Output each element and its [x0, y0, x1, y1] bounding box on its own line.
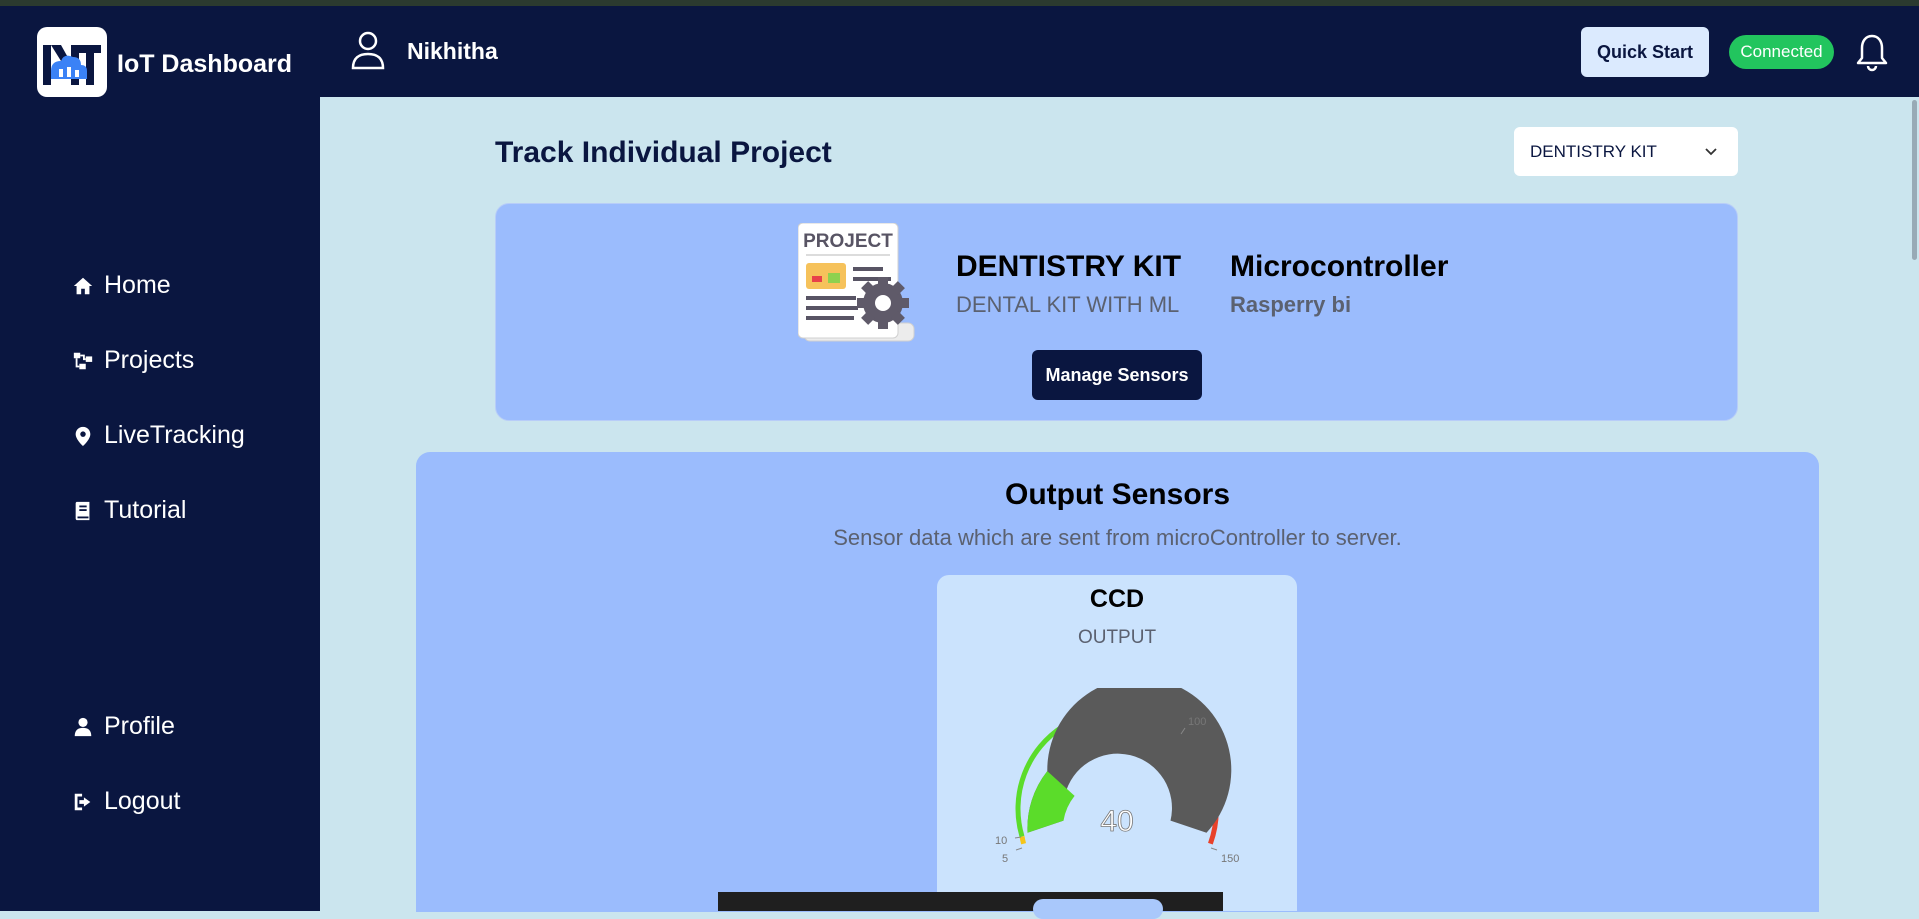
gauge-tick-label: 150 — [1221, 853, 1239, 865]
sensor-gauge: 40 5 10 100 150 — [995, 688, 1239, 865]
sidebar-item-logout[interactable]: Logout — [72, 787, 180, 816]
sensor-name: CCD — [1089, 585, 1145, 613]
sidebar-item-home[interactable]: Home — [72, 271, 171, 300]
bell-icon[interactable] — [1855, 32, 1889, 72]
sidebar-item-label: Projects — [104, 346, 195, 374]
output-sensors-title: Output Sensors — [1004, 478, 1230, 511]
app-logo — [37, 27, 107, 97]
sidebar-item-livetracking[interactable]: LiveTracking — [72, 421, 245, 450]
project-description: DENTAL KIT WITH ML — [956, 292, 1180, 317]
sidebar-item-label: Profile — [104, 712, 175, 740]
gauge-tick-label: 100 — [1188, 716, 1206, 728]
sidebar-item-projects[interactable]: Projects — [72, 346, 194, 375]
app-title: IoT Dashboard — [117, 50, 293, 78]
overlay-pill-button[interactable] — [1033, 899, 1163, 919]
sidebar-item-label: Home — [104, 271, 171, 299]
sidebar-item-profile[interactable]: Profile — [72, 712, 175, 741]
gauge-tick-label: 10 — [995, 835, 1007, 847]
project-name: DENTISTRY KIT — [956, 250, 1182, 283]
diagram-icon — [73, 352, 93, 369]
sensor-type: OUTPUT — [1077, 627, 1157, 648]
home-icon — [73, 277, 93, 294]
page-title: Track Individual Project — [495, 136, 832, 169]
gauge-band-yellow — [1019, 836, 1027, 845]
project-select[interactable]: DENTISTRY KIT — [1514, 127, 1738, 176]
book-icon — [75, 501, 90, 520]
chevron-down-icon — [1705, 147, 1717, 155]
output-sensors-subtitle: Sensor data which are sent from microCon… — [833, 525, 1402, 550]
gauge-tick-label: 5 — [1002, 853, 1008, 865]
gauge-value: 40 — [1100, 805, 1133, 838]
user-icon — [74, 717, 92, 736]
sidebar-item-label: Tutorial — [104, 496, 187, 524]
user-name: Nikhitha — [407, 38, 498, 64]
project-image-caption: PROJECT — [803, 231, 893, 252]
microcontroller-value: Rasperry bi — [1230, 292, 1352, 317]
map-pin-icon — [75, 426, 91, 446]
scrollbar-thumb[interactable] — [1912, 100, 1917, 260]
project-document-icon: PROJECT — [798, 223, 915, 342]
user-avatar-icon[interactable] — [351, 30, 385, 70]
sidebar: IoT Dashboard Home Projects LiveTracking… — [0, 6, 320, 911]
logout-icon — [74, 793, 91, 810]
microcontroller-label: Microcontroller — [1230, 250, 1449, 283]
sidebar-item-label: Logout — [104, 787, 181, 815]
project-select-value: DENTISTRY KIT — [1530, 141, 1657, 161]
quick-start-button[interactable]: Quick Start — [1581, 27, 1709, 77]
sidebar-item-tutorial[interactable]: Tutorial — [72, 496, 186, 525]
connection-status-badge: Connected — [1729, 35, 1834, 69]
sidebar-item-label: LiveTracking — [104, 421, 245, 449]
manage-sensors-button[interactable]: Manage Sensors — [1032, 350, 1202, 400]
